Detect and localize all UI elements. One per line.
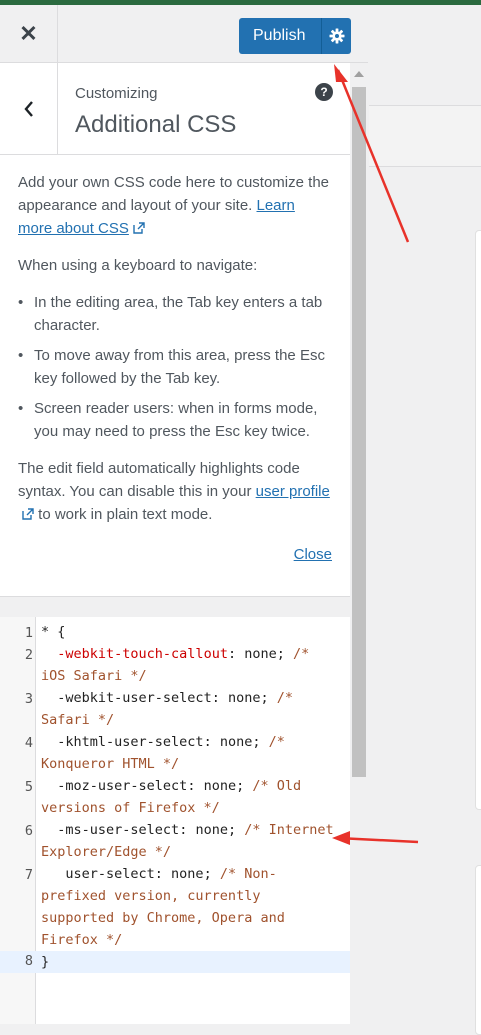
- scrollbar-thumb[interactable]: [352, 87, 366, 777]
- publish-label: Publish: [253, 27, 306, 44]
- list-item: In the editing area, the Tab key enters …: [18, 291, 332, 337]
- css-value: : none;: [154, 866, 220, 882]
- css-description: Add your own CSS code here to customize …: [0, 155, 350, 597]
- css-property: -webkit-user-select: [41, 690, 212, 706]
- code-text: }: [41, 954, 50, 970]
- css-value: : none;: [227, 646, 293, 662]
- back-button[interactable]: [0, 63, 58, 155]
- gear-icon: [329, 28, 344, 44]
- css-value: : none;: [203, 734, 269, 750]
- publish-settings-button[interactable]: [321, 18, 351, 54]
- section-header: Customizing Additional CSS ?: [0, 63, 350, 155]
- code-text: -ms-user-select: none; /* Internet Explo…: [41, 819, 341, 863]
- code-text: -webkit-user-select: none; /* Safari */: [41, 687, 341, 731]
- line-number: 3: [24, 691, 33, 707]
- css-property: -webkit-touch-callout: [41, 646, 228, 662]
- css-property: user-select: [41, 866, 155, 882]
- line-number: 8: [24, 953, 33, 969]
- css-code-editor[interactable]: 1 * { 2 -webkit-touch-callout: none; /* …: [0, 617, 350, 1024]
- list-item: Screen reader users: when in forms mode,…: [18, 397, 332, 443]
- site-preview: [369, 5, 481, 1035]
- user-profile-link[interactable]: user profile: [256, 483, 330, 500]
- code-text: -webkit-touch-callout: none; /* iOS Safa…: [41, 643, 341, 687]
- syntax-suffix: to work in plain text mode.: [38, 506, 213, 523]
- line-number: 4: [24, 735, 33, 751]
- customizer-sidebar: ✕ Publish Customizing Additional CSS ? A…: [0, 5, 368, 1024]
- line-number: 2: [24, 647, 33, 663]
- keyboard-heading: When using a keyboard to navigate:: [18, 257, 258, 274]
- breadcrumb: Customizing: [75, 85, 158, 102]
- user-profile-label: user profile: [255, 483, 330, 500]
- preview-header-band: [369, 105, 481, 167]
- close-description-link[interactable]: Close: [294, 543, 332, 566]
- preview-card: [475, 865, 481, 1035]
- code-text: -khtml-user-select: none; /* Konqueror H…: [41, 731, 341, 775]
- page-title: Additional CSS: [75, 111, 237, 138]
- css-value: : none;: [211, 690, 277, 706]
- publish-button[interactable]: Publish: [239, 18, 351, 54]
- code-line-active: 8 }: [0, 951, 350, 973]
- preview-card: [475, 230, 481, 810]
- customizer-header: ✕ Publish: [0, 5, 368, 63]
- close-customizer-button[interactable]: ✕: [0, 5, 58, 63]
- line-number: 5: [24, 779, 33, 795]
- css-property: -khtml-user-select: [41, 734, 204, 750]
- line-number: 6: [24, 823, 33, 839]
- code-text: user-select: none; /* Non-prefixed versi…: [41, 863, 341, 951]
- intro-paragraph: Add your own CSS code here to customize …: [18, 171, 332, 240]
- external-link-icon: [133, 222, 145, 234]
- css-value: : none;: [187, 778, 253, 794]
- list-item: To move away from this area, press the E…: [18, 344, 332, 390]
- line-number: 7: [24, 867, 33, 883]
- scroll-up-arrow[interactable]: [354, 71, 364, 77]
- code-text: * {: [41, 624, 66, 640]
- line-number: 1: [24, 625, 33, 641]
- css-value: : none;: [179, 822, 245, 838]
- external-link-icon: [22, 508, 34, 520]
- close-icon: ✕: [19, 21, 38, 46]
- help-icon[interactable]: ?: [315, 83, 333, 101]
- css-property: -ms-user-select: [41, 822, 180, 838]
- code-text: -moz-user-select: none; /* Old versions …: [41, 775, 341, 819]
- css-property: -moz-user-select: [41, 778, 188, 794]
- syntax-paragraph: The edit field automatically highlights …: [18, 457, 332, 526]
- chevron-left-icon: [23, 101, 33, 117]
- keyboard-tips: In the editing area, the Tab key enters …: [18, 291, 332, 443]
